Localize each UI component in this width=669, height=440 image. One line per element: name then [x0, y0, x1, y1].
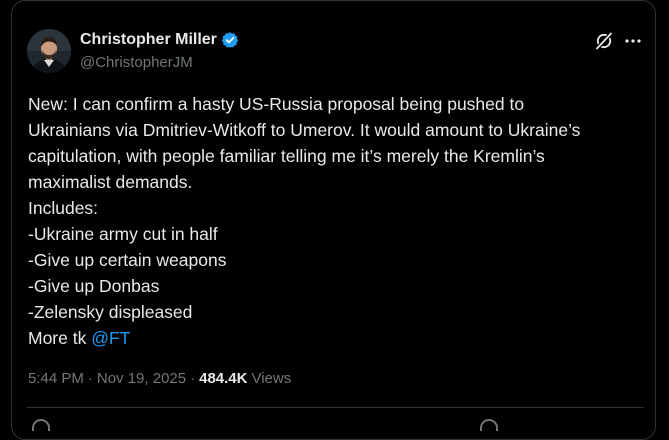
meta-separator: · [190, 370, 196, 387]
meta-separator: · [87, 370, 93, 387]
tweet-line: -Ukraine army cut in half [28, 224, 218, 244]
tweet-date[interactable]: Nov 19, 2025 [97, 370, 186, 387]
grok-icon [596, 32, 612, 50]
tweet-line: New: I can confirm a hasty US-Russia pro… [28, 94, 525, 114]
grok-button[interactable] [593, 30, 615, 52]
avatar[interactable] [27, 29, 71, 73]
tweet-line: -Zelensky displeased [28, 302, 193, 322]
reply-icon[interactable] [32, 419, 50, 431]
tweet-last-line-text: More tk [28, 328, 92, 348]
tweet-line: -Give up certain weapons [28, 250, 227, 270]
author-name-row[interactable]: Christopher Miller [80, 31, 239, 49]
author-name[interactable]: Christopher Miller [80, 31, 217, 49]
avatar-image [27, 29, 71, 73]
mention-link[interactable]: @FT [91, 328, 130, 348]
views-label: Views [251, 370, 292, 387]
views-count: 484.4K [199, 370, 248, 387]
tweet-meta: 5:44 PM · Nov 19, 2025 · 484.4K Views [28, 370, 291, 387]
tweet-text: New: I can confirm a hasty US-Russia pro… [28, 91, 643, 351]
tweet-time[interactable]: 5:44 PM [28, 370, 84, 387]
more-options-button[interactable] [622, 30, 644, 52]
tweet-line: Ukrainians via Dmitriev-Witkoff to Umero… [28, 120, 581, 140]
tweet-last-line: More tk @FT [28, 325, 643, 351]
tweet-line: Includes: [28, 198, 99, 218]
divider [27, 407, 644, 408]
tweet-line: capitulation, with people familiar telli… [28, 146, 545, 166]
verified-badge-icon [221, 31, 239, 49]
bookmark-icon[interactable] [480, 419, 498, 431]
tweet-line: maximalist demands. [28, 172, 193, 192]
tweet-line: -Give up Donbas [28, 276, 160, 296]
more-icon [625, 39, 641, 43]
author-handle[interactable]: @ChristopherJM [80, 54, 193, 71]
